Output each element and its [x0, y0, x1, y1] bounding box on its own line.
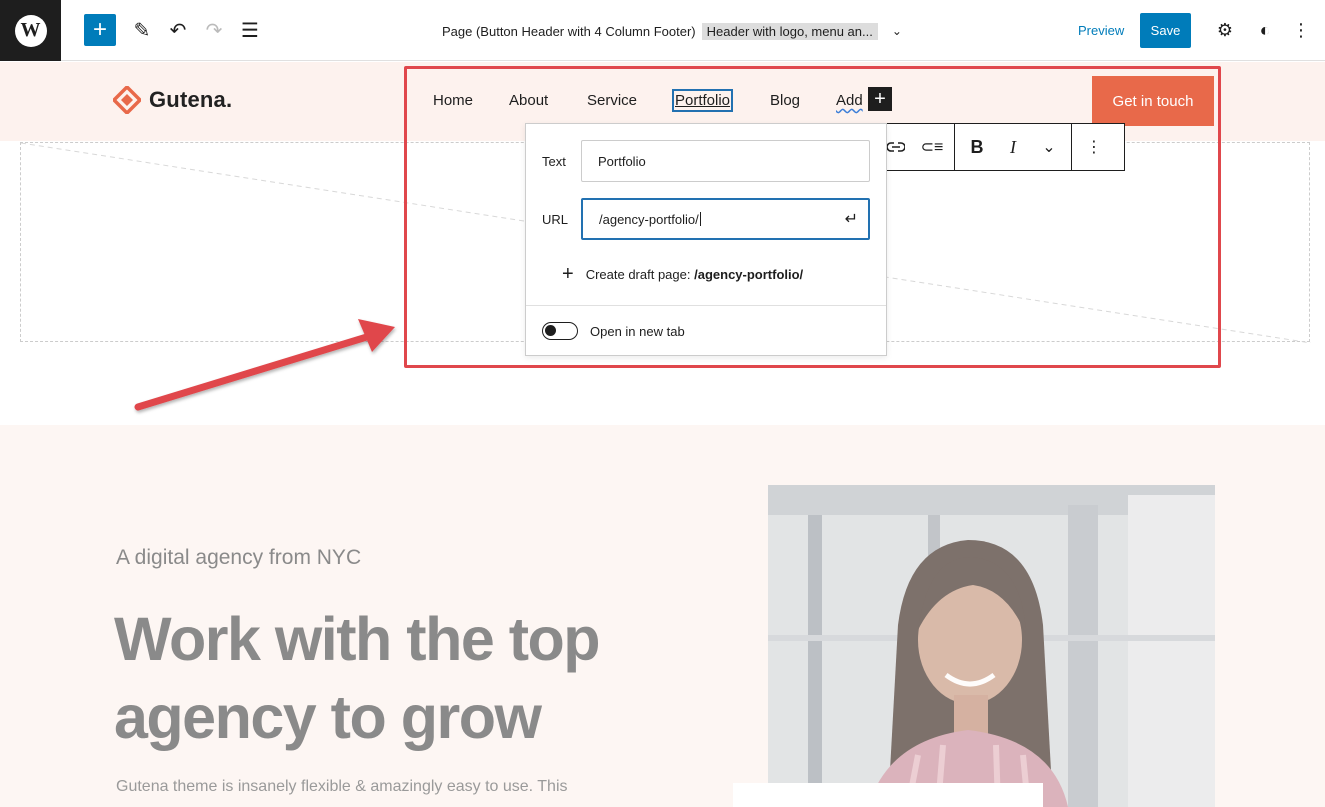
hero-kicker: A digital agency from NYC	[116, 546, 362, 569]
chevron-down-icon[interactable]: ⌄	[892, 24, 902, 38]
undo-icon[interactable]: ↶	[162, 14, 194, 46]
template-part-badge: Header with logo, menu an...	[701, 22, 878, 40]
list-view-icon[interactable]: ☰	[234, 14, 266, 46]
hero-image[interactable]	[768, 485, 1215, 807]
edit-tools-pencil-icon[interactable]: ✎	[126, 14, 158, 46]
settings-gear-icon[interactable]: ⚙	[1210, 15, 1240, 45]
document-title: Page (Button Header with 4 Column Footer…	[442, 23, 696, 39]
hero-description: Gutena theme is insanely flexible & amaz…	[116, 778, 568, 795]
annotation-highlight-frame	[404, 66, 1221, 368]
options-more-icon[interactable]: ⋮	[1286, 15, 1316, 45]
preview-button[interactable]: Preview	[1078, 23, 1124, 38]
block-inserter-button[interactable]: +	[84, 14, 116, 46]
gutena-logo-icon	[111, 84, 143, 116]
hero-heading: Work with the top agency to grow	[114, 605, 601, 751]
editor-top-toolbar: W + ✎ ↶ ↷ ☰ Page (Button Header with 4 C…	[0, 0, 1325, 61]
styles-icon[interactable]: ◐	[1250, 15, 1280, 45]
site-logo[interactable]: Gutena.	[111, 84, 233, 116]
wordpress-icon: W	[14, 14, 47, 47]
save-button[interactable]: Save	[1140, 13, 1191, 48]
document-title-bar[interactable]: Page (Button Header with 4 Column Footer…	[442, 20, 902, 42]
site-title: Gutena.	[149, 87, 233, 112]
wordpress-logo-button[interactable]: W	[0, 0, 61, 61]
image-fade-overlay	[768, 485, 1215, 807]
annotation-arrow-icon	[134, 319, 395, 411]
redo-icon[interactable]: ↷	[198, 14, 230, 46]
hero-card	[733, 783, 1043, 807]
